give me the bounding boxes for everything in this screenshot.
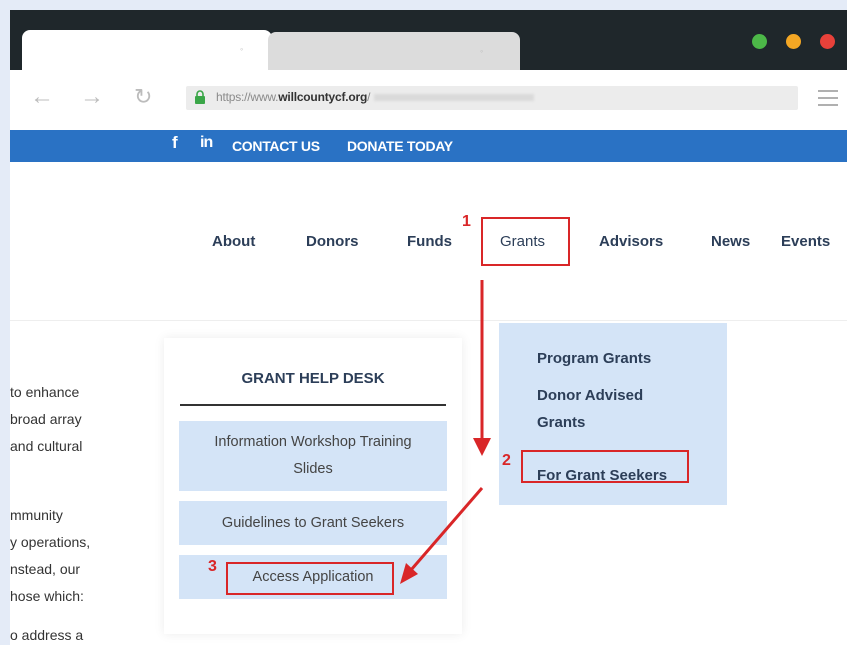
arrow-down-head xyxy=(473,438,491,456)
browser-window: ◦ ◦ ← → ↻ https://www.willcountycf.org/ … xyxy=(10,10,847,645)
annotation-arrows xyxy=(400,280,491,584)
arrow-diagonal-line xyxy=(409,487,484,571)
